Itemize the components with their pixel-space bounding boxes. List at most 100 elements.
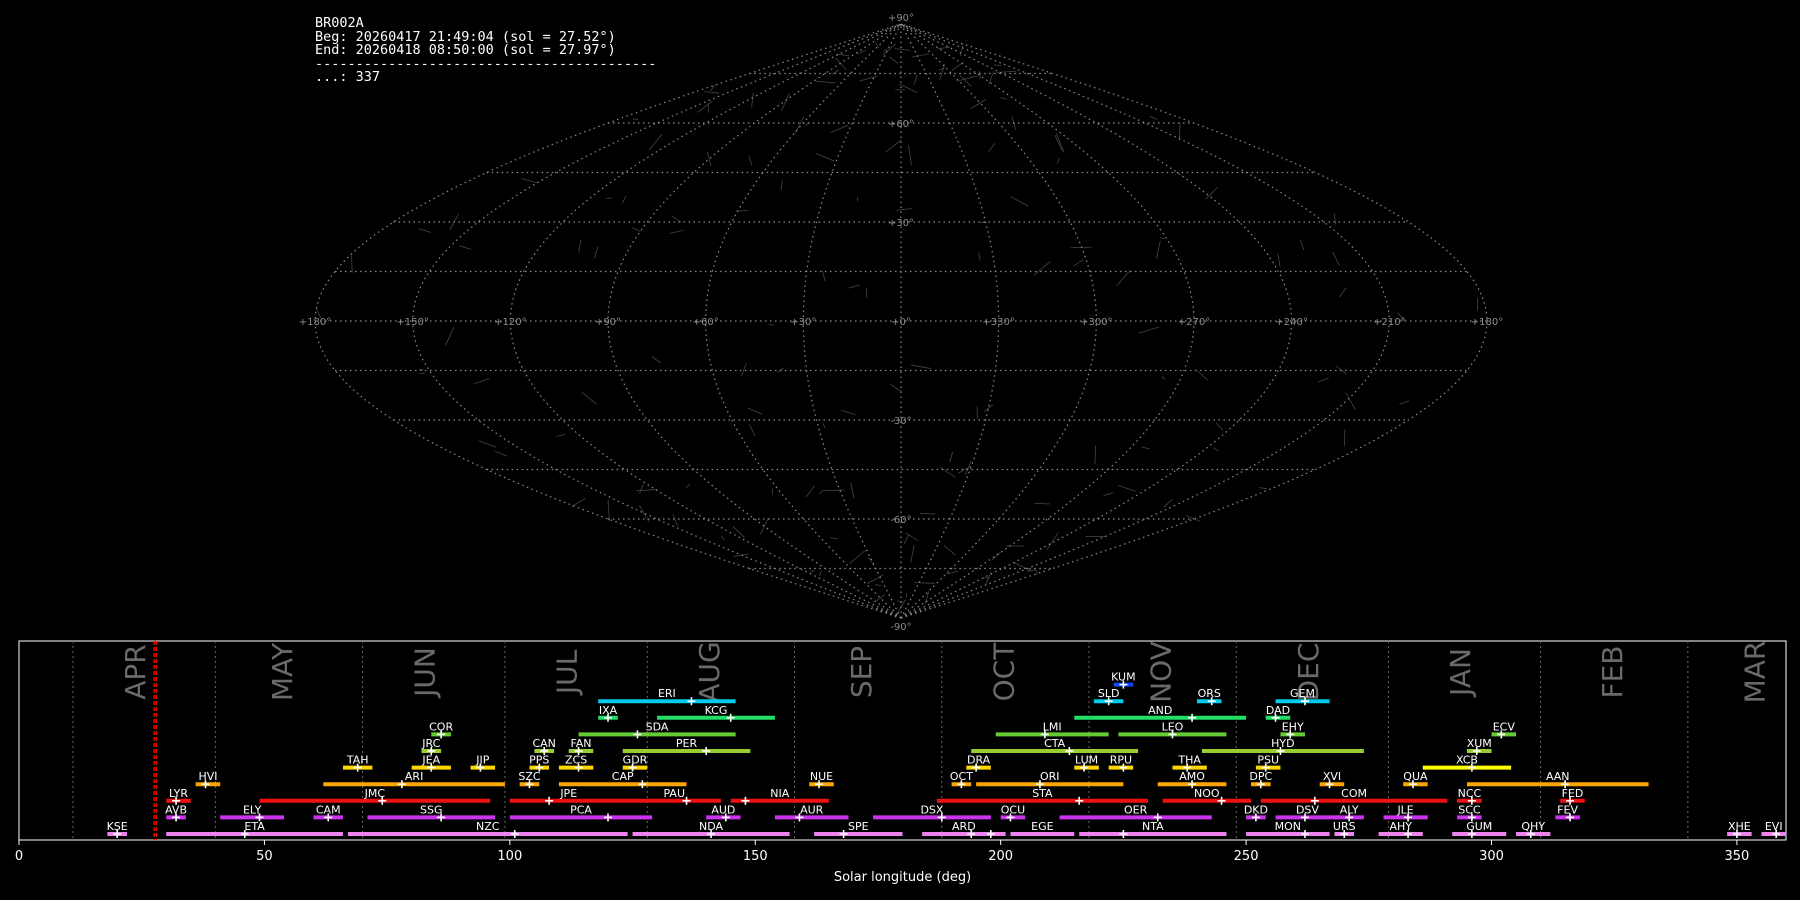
shower-label: ECV — [1493, 720, 1516, 733]
shower-label: XCB — [1456, 754, 1478, 767]
shower-label: XVI — [1323, 770, 1341, 783]
shower-label: AMO — [1179, 770, 1205, 783]
shower-label: SCC — [1458, 803, 1481, 816]
shower-label: ALY — [1340, 803, 1359, 816]
shower-label: DAD — [1266, 704, 1290, 717]
shower-dad: DAD — [1265, 704, 1291, 722]
shower-dra: DRA — [966, 754, 991, 772]
shower-label: SSG — [420, 803, 443, 816]
shower-ecv: ECV — [1491, 720, 1517, 739]
shower-label: JMC — [364, 787, 386, 800]
x-tick-label: 300 — [1479, 849, 1504, 864]
shower-label: LYR — [169, 787, 188, 800]
shower-gdr: GDR — [623, 754, 648, 772]
shower-label: FAN — [570, 737, 591, 750]
shower-rpu: RPU — [1108, 754, 1134, 772]
shower-ixa: IXA — [598, 704, 618, 722]
shower-ors: ORS — [1197, 687, 1222, 706]
shower-label: KUM — [1111, 671, 1135, 684]
shower-label: OER — [1124, 803, 1148, 816]
shower-label: ELY — [243, 803, 262, 816]
shower-label: THA — [1177, 754, 1201, 767]
shower-label: QHY — [1521, 820, 1545, 833]
shower-label: JRC — [421, 737, 440, 750]
shower-label: CTA — [1044, 737, 1066, 750]
shower-label: GEM — [1290, 687, 1315, 700]
shower-pps: PPS — [529, 754, 549, 772]
x-tick-label: 200 — [988, 849, 1013, 864]
shower-label: JLE — [1396, 803, 1413, 816]
shower-label: FED — [1562, 787, 1584, 800]
shower-label: COM — [1341, 787, 1367, 800]
x-tick-label: 350 — [1725, 849, 1750, 864]
shower-label: URS — [1333, 820, 1356, 833]
shower-qua: QUA — [1403, 770, 1428, 789]
shower-label: NOO — [1194, 787, 1220, 800]
shower-label: SPE — [848, 820, 869, 833]
shower-ehy: EHY — [1280, 720, 1305, 739]
shower-cor: COR — [429, 720, 453, 739]
shower-label: OCT — [950, 770, 973, 783]
shower-label: ERI — [658, 687, 676, 700]
x-tick-label: 150 — [743, 849, 768, 864]
shower-label: XHE — [1728, 820, 1751, 833]
shower-szc: SZC — [518, 770, 541, 789]
shower-cam: CAM — [313, 803, 343, 822]
x-tick-label: 250 — [1234, 849, 1259, 864]
shower-label: GDR — [623, 754, 648, 767]
shower-label: HYD — [1271, 737, 1294, 750]
shower-label: AVB — [165, 803, 187, 816]
shower-label: OCU — [1001, 803, 1025, 816]
shower-oct: OCT — [950, 770, 973, 789]
shower-label: PPS — [529, 754, 549, 767]
shower-xvi: XVI — [1319, 770, 1345, 789]
shower-label: TAH — [346, 754, 369, 767]
shower-label: DRA — [967, 754, 991, 767]
shower-label: DSX — [920, 803, 943, 816]
shower-label: STA — [1032, 787, 1053, 800]
shower-label: EHY — [1282, 720, 1304, 733]
shower-label: FEV — [1557, 803, 1578, 816]
shower-label: NTA — [1142, 820, 1164, 833]
shower-label: JIP — [475, 754, 489, 767]
shower-label: SLD — [1098, 687, 1120, 700]
month-label: MAY — [266, 642, 299, 701]
shower-label: JPE — [559, 787, 577, 800]
meteor-shower-timeline: APR MAY JUN JUL AUG SEP OCT NOV DEC JAN FEB MARKSE E… — [15, 640, 1787, 885]
shower-label: AND — [1148, 704, 1172, 717]
shower-label: EVI — [1765, 820, 1783, 833]
shower-label: AUR — [800, 803, 824, 816]
month-label: SEP — [845, 646, 878, 698]
shower-label: AAN — [1546, 770, 1570, 783]
shower-psu: PSU — [1255, 754, 1281, 772]
shower-label: PSU — [1257, 754, 1279, 767]
shower-can: CAN — [532, 737, 556, 755]
shower-label: QUA — [1403, 770, 1428, 783]
shower-label: CAN — [532, 737, 555, 750]
x-tick-label: 50 — [256, 849, 273, 864]
month-label: APR — [119, 644, 152, 700]
x-tick-label: 100 — [497, 849, 522, 864]
shower-label: ETA — [244, 820, 265, 833]
shower-fan: FAN — [568, 737, 594, 755]
shower-label: JEA — [421, 754, 440, 767]
shower-label: GUM — [1466, 820, 1492, 833]
shower-label: RPU — [1110, 754, 1132, 767]
shower-label: COR — [429, 720, 453, 733]
shower-label: LEO — [1162, 720, 1184, 733]
shower-ocu: OCU — [1000, 803, 1026, 822]
shower-label: NUE — [810, 770, 833, 783]
month-label: NOV — [1145, 641, 1178, 703]
x-axis-label: Solar longitude (deg) — [834, 870, 971, 885]
shower-label: SZC — [518, 770, 541, 783]
shower-label: SDA — [646, 720, 669, 733]
month-label: AUG — [693, 641, 726, 702]
shower-jrc: JRC — [421, 737, 442, 755]
month-label: JAN — [1444, 648, 1477, 698]
month-label: JUN — [408, 647, 441, 699]
shower-evi: EVI — [1761, 820, 1786, 838]
shower-dkd: DKD — [1244, 803, 1268, 822]
shower-tah: TAH — [342, 754, 373, 772]
shower-label: EGE — [1031, 820, 1053, 833]
shower-fev: FEV — [1555, 803, 1580, 822]
